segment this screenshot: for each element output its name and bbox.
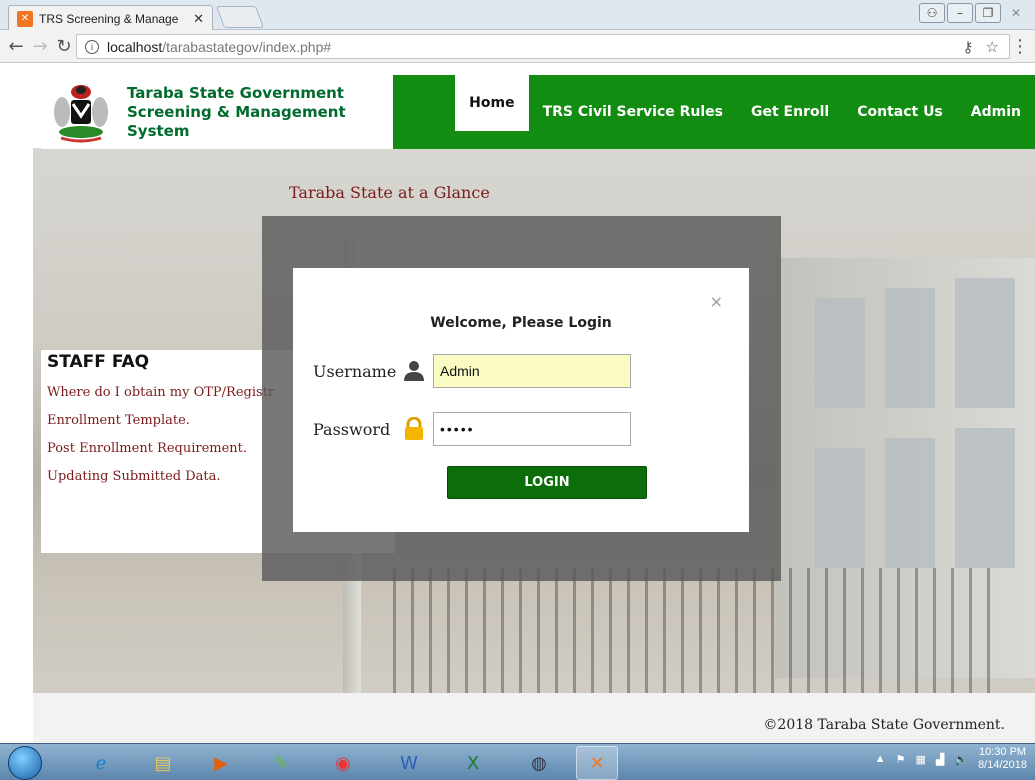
reload-icon[interactable]: ↻ — [52, 34, 76, 58]
start-button[interactable] — [8, 746, 42, 780]
url-host: localhost — [107, 38, 163, 55]
copyright-text: ©2018 Taraba State Government. — [763, 717, 1005, 733]
clock-time: 10:30 PM — [978, 746, 1027, 758]
site-footer: ©2018 Taraba State Government. — [33, 693, 1035, 743]
brand[interactable]: Taraba State Government Screening & Mana… — [41, 75, 394, 149]
brand-title: Taraba State Government Screening & Mana… — [127, 84, 393, 141]
site-header: Taraba State Government Screening & Mana… — [41, 75, 1035, 149]
username-field[interactable]: Admin — [433, 354, 631, 388]
minimize-button[interactable]: – — [947, 3, 973, 23]
tab-title: TRS Screening & Manage — [39, 11, 179, 26]
nav-contact-us[interactable]: Contact Us — [843, 75, 957, 149]
login-title: Welcome, Please Login — [430, 315, 612, 331]
forward-arrow-icon[interactable]: → — [28, 34, 52, 58]
media-player-icon[interactable]: ▶ — [200, 746, 242, 780]
password-row: Password ••••• — [313, 412, 631, 446]
web-page: Taraba State Government Screening & Mana… — [33, 63, 1035, 743]
maximize-button[interactable]: ❐ — [975, 3, 1001, 23]
close-icon[interactable]: × — [710, 292, 723, 311]
system-tray: ▲ ⚑ ▦ ▟ 🔈 10:30 PM 8/14/2018 — [875, 746, 1027, 772]
file-explorer-icon[interactable]: ▤ — [142, 746, 184, 780]
username-label: Username — [313, 361, 397, 381]
coat-of-arms-icon — [49, 80, 113, 144]
network-icon[interactable]: ▦ — [915, 753, 925, 766]
signal-icon[interactable]: ▟ — [936, 753, 944, 766]
user-profile-icon[interactable]: ⚇ — [919, 3, 945, 23]
login-button[interactable]: LOGIN — [447, 466, 647, 499]
main-nav: Home TRS Civil Service Rules Get Enroll … — [393, 75, 1035, 149]
clock[interactable]: 10:30 PM 8/14/2018 — [978, 746, 1027, 772]
brand-line-2: Screening & Management System — [127, 102, 346, 140]
info-icon[interactable]: i — [85, 39, 99, 54]
password-label: Password — [313, 419, 391, 439]
xampp-icon[interactable]: ✕ — [576, 746, 618, 780]
glance-heading[interactable]: Taraba State at a Glance — [289, 183, 490, 202]
username-row: Username Admin — [313, 354, 631, 388]
chrome-icon[interactable]: ◉ — [322, 746, 364, 780]
nav-home[interactable]: Home — [455, 75, 529, 131]
nav-civil-service-rules[interactable]: TRS Civil Service Rules — [529, 75, 737, 149]
nav-admin[interactable]: Admin — [957, 75, 1035, 149]
action-center-icon[interactable]: ⚑ — [896, 753, 906, 766]
excel-icon[interactable]: X — [452, 746, 494, 780]
lock-icon — [399, 415, 429, 443]
login-dialog: × Welcome, Please Login Username Admin P… — [293, 268, 749, 532]
notepad-plus-icon[interactable]: ✎ — [260, 746, 302, 780]
key-icon[interactable]: ⚷ — [963, 38, 974, 56]
browser-tabstrip: ✕ TRS Screening & Manage ✕ ⚇ – ❐ ✕ — [0, 0, 1035, 31]
tray-arrow-icon[interactable]: ▲ — [875, 753, 886, 765]
brand-line-1: Taraba State Government — [127, 83, 344, 102]
tab-close-icon[interactable]: ✕ — [193, 11, 204, 27]
menu-dots-icon[interactable]: ⋮ — [1011, 36, 1029, 57]
clock-date: 8/14/2018 — [978, 759, 1027, 771]
os-taskbar: ℯ ▤ ▶ ✎ ◉ W X ◍ ✕ ▲ ⚑ ▦ ▟ 🔈 10:30 PM 8/1… — [0, 743, 1035, 780]
xampp-favicon-icon: ✕ — [17, 10, 33, 27]
bookmark-star-icon[interactable]: ☆ — [986, 38, 999, 56]
browser-tab[interactable]: ✕ TRS Screening & Manage ✕ — [8, 5, 213, 31]
close-window-button[interactable]: ✕ — [1003, 3, 1029, 23]
address-bar[interactable]: i localhost/tarabastategov/index.php# ⚷ … — [76, 34, 1010, 59]
browser-toolbar: ← → ↻ i localhost/tarabastategov/index.p… — [0, 30, 1035, 63]
word-icon[interactable]: W — [388, 746, 430, 780]
new-tab-button[interactable] — [215, 6, 265, 28]
internet-explorer-icon[interactable]: ℯ — [80, 746, 122, 780]
volume-icon[interactable]: 🔈 — [954, 753, 968, 766]
password-field[interactable]: ••••• — [433, 412, 631, 446]
url-path: /tarabastategov/index.php# — [162, 38, 332, 55]
back-arrow-icon[interactable]: ← — [4, 34, 28, 58]
nav-get-enroll[interactable]: Get Enroll — [737, 75, 843, 149]
window-controls: ⚇ – ❐ ✕ — [919, 3, 1029, 23]
app-globe-icon[interactable]: ◍ — [518, 746, 560, 780]
screen: ✕ TRS Screening & Manage ✕ ⚇ – ❐ ✕ ← → ↻… — [0, 0, 1035, 780]
user-icon — [399, 357, 429, 385]
